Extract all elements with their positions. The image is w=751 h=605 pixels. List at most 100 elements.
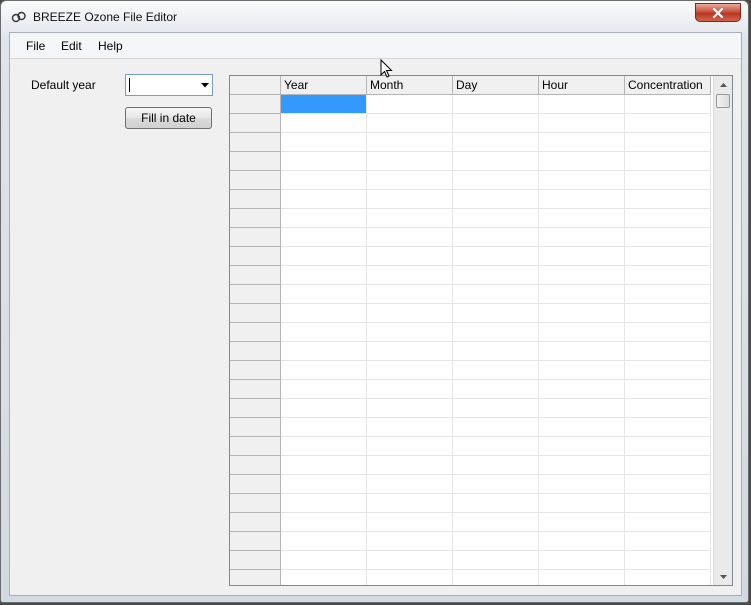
row-header[interactable] — [230, 114, 281, 133]
grid-cell-year[interactable] — [281, 437, 367, 455]
column-header-hour[interactable]: Hour — [539, 76, 625, 95]
grid-cell-month[interactable] — [367, 152, 453, 170]
grid-cell-concentration[interactable] — [625, 133, 711, 151]
row-header[interactable] — [230, 532, 281, 551]
grid-cell-month[interactable] — [367, 247, 453, 265]
grid-cell-year[interactable] — [281, 361, 367, 379]
grid-cell-concentration[interactable] — [625, 190, 711, 208]
grid-cell-year[interactable] — [281, 285, 367, 303]
grid-cell-concentration[interactable] — [625, 247, 711, 265]
grid-cell-year[interactable] — [281, 570, 367, 585]
grid-cell-year[interactable] — [281, 190, 367, 208]
default-year-combobox[interactable] — [125, 74, 213, 96]
grid-cell-year[interactable] — [281, 209, 367, 227]
title-bar[interactable]: BREEZE Ozone File Editor — [1, 1, 748, 33]
grid-cell-day[interactable] — [453, 114, 539, 132]
grid-cell-concentration[interactable] — [625, 171, 711, 189]
grid-cell-year[interactable] — [281, 532, 367, 550]
grid-cell-hour[interactable] — [539, 285, 625, 303]
row-header[interactable] — [230, 152, 281, 171]
grid-cell-hour[interactable] — [539, 513, 625, 531]
grid-cell-month[interactable] — [367, 361, 453, 379]
data-grid[interactable]: Year Month Day Hour Concentration — [229, 75, 733, 586]
grid-cell-year[interactable] — [281, 133, 367, 151]
grid-cell-hour[interactable] — [539, 361, 625, 379]
grid-cell-hour[interactable] — [539, 532, 625, 550]
grid-cell-year[interactable] — [281, 152, 367, 170]
grid-cell-concentration[interactable] — [625, 266, 711, 284]
row-header[interactable] — [230, 266, 281, 285]
grid-cell-month[interactable] — [367, 399, 453, 417]
grid-cell-day[interactable] — [453, 285, 539, 303]
grid-cell-month[interactable] — [367, 532, 453, 550]
grid-cell-hour[interactable] — [539, 399, 625, 417]
row-header[interactable] — [230, 456, 281, 475]
menu-help[interactable]: Help — [98, 39, 123, 53]
grid-cell-hour[interactable] — [539, 570, 625, 585]
grid-cell-concentration[interactable] — [625, 323, 711, 341]
default-year-value[interactable] — [129, 78, 189, 92]
grid-cell-concentration[interactable] — [625, 152, 711, 170]
row-header[interactable] — [230, 513, 281, 532]
grid-cell-month[interactable] — [367, 570, 453, 585]
grid-cell-year[interactable] — [281, 95, 367, 113]
grid-cell-year[interactable] — [281, 323, 367, 341]
grid-cell-year[interactable] — [281, 399, 367, 417]
row-header[interactable] — [230, 304, 281, 323]
grid-cell-year[interactable] — [281, 342, 367, 360]
grid-cell-month[interactable] — [367, 456, 453, 474]
row-header[interactable] — [230, 247, 281, 266]
grid-cell-concentration[interactable] — [625, 437, 711, 455]
grid-cell-concentration[interactable] — [625, 209, 711, 227]
grid-cell-month[interactable] — [367, 114, 453, 132]
scroll-down-icon[interactable] — [714, 568, 732, 585]
grid-cell-hour[interactable] — [539, 114, 625, 132]
grid-cell-year[interactable] — [281, 418, 367, 436]
grid-cell-hour[interactable] — [539, 418, 625, 436]
grid-cell-day[interactable] — [453, 323, 539, 341]
grid-cell-day[interactable] — [453, 570, 539, 585]
grid-cell-hour[interactable] — [539, 551, 625, 569]
grid-cell-month[interactable] — [367, 190, 453, 208]
row-header[interactable] — [230, 133, 281, 152]
grid-cell-day[interactable] — [453, 418, 539, 436]
grid-cell-month[interactable] — [367, 266, 453, 284]
grid-cell-concentration[interactable] — [625, 304, 711, 322]
grid-cell-month[interactable] — [367, 323, 453, 341]
grid-cell-hour[interactable] — [539, 437, 625, 455]
grid-cell-hour[interactable] — [539, 380, 625, 398]
grid-cell-year[interactable] — [281, 171, 367, 189]
fill-in-date-button[interactable]: Fill in date — [125, 107, 212, 129]
grid-cell-concentration[interactable] — [625, 228, 711, 246]
row-header[interactable] — [230, 380, 281, 399]
row-header[interactable] — [230, 95, 281, 114]
grid-cell-day[interactable] — [453, 171, 539, 189]
grid-cell-hour[interactable] — [539, 133, 625, 151]
row-header[interactable] — [230, 190, 281, 209]
grid-cell-hour[interactable] — [539, 494, 625, 512]
grid-cell-day[interactable] — [453, 399, 539, 417]
row-header[interactable] — [230, 551, 281, 570]
grid-cell-month[interactable] — [367, 304, 453, 322]
grid-cell-year[interactable] — [281, 551, 367, 569]
grid-cell-hour[interactable] — [539, 304, 625, 322]
grid-cell-day[interactable] — [453, 209, 539, 227]
grid-cell-concentration[interactable] — [625, 494, 711, 512]
grid-cell-concentration[interactable] — [625, 361, 711, 379]
chevron-down-icon[interactable] — [201, 83, 209, 88]
grid-cell-day[interactable] — [453, 190, 539, 208]
grid-cell-hour[interactable] — [539, 323, 625, 341]
grid-cell-hour[interactable] — [539, 228, 625, 246]
grid-cell-month[interactable] — [367, 342, 453, 360]
grid-cell-concentration[interactable] — [625, 475, 711, 493]
grid-cell-day[interactable] — [453, 304, 539, 322]
row-header[interactable] — [230, 209, 281, 228]
grid-cell-day[interactable] — [453, 456, 539, 474]
grid-cell-year[interactable] — [281, 247, 367, 265]
row-header[interactable] — [230, 494, 281, 513]
row-header[interactable] — [230, 399, 281, 418]
grid-cell-concentration[interactable] — [625, 570, 711, 585]
grid-cell-concentration[interactable] — [625, 532, 711, 550]
grid-cell-day[interactable] — [453, 228, 539, 246]
grid-cell-year[interactable] — [281, 513, 367, 531]
